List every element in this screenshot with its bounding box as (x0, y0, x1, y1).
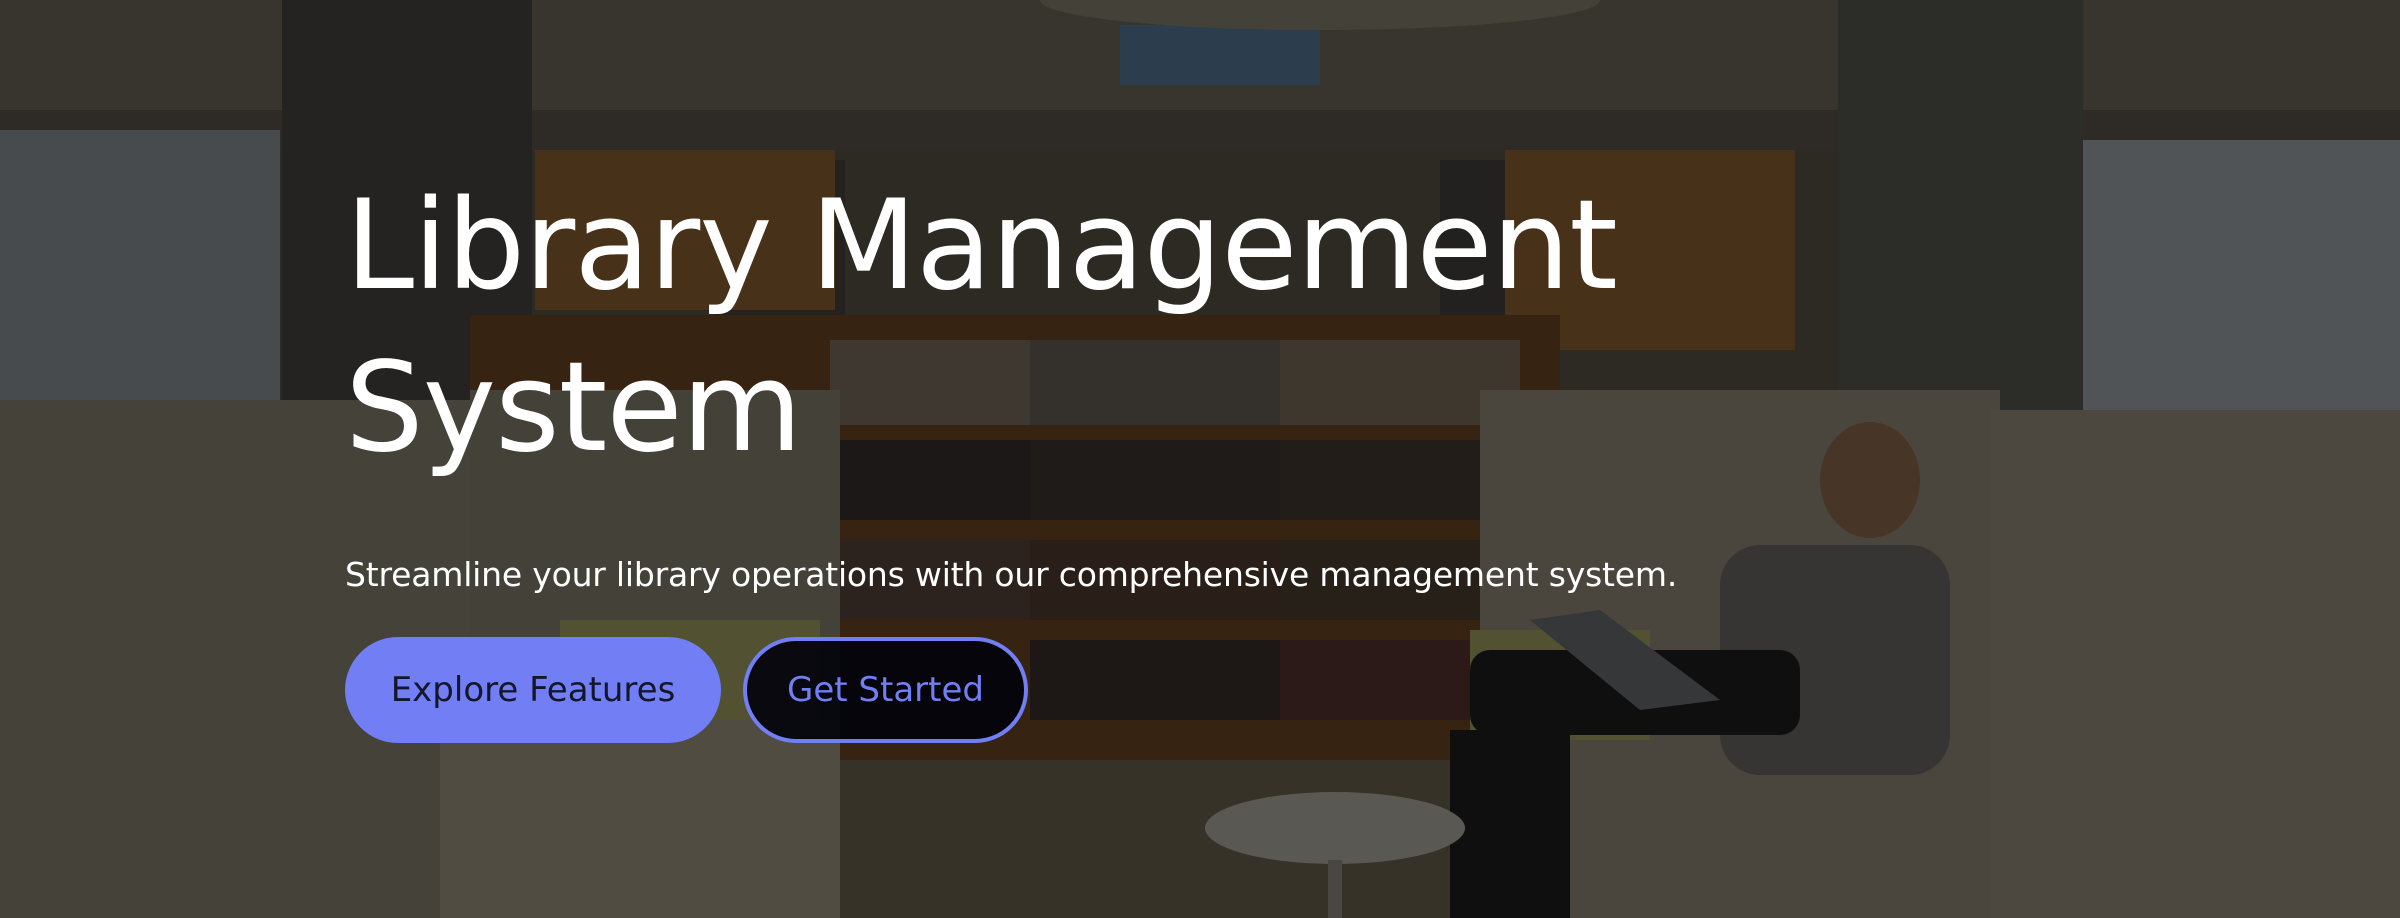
hero-section: Library Management System Streamline you… (0, 0, 2400, 918)
hero-title: Library Management System (345, 174, 1618, 480)
explore-features-button[interactable]: Explore Features (345, 637, 721, 743)
hero-actions: Explore Features Get Started (345, 637, 1745, 743)
hero-content: Library Management System Streamline you… (345, 165, 1745, 743)
get-started-button[interactable]: Get Started (743, 637, 1028, 743)
hero-subtitle: Streamline your library operations with … (345, 555, 1678, 594)
